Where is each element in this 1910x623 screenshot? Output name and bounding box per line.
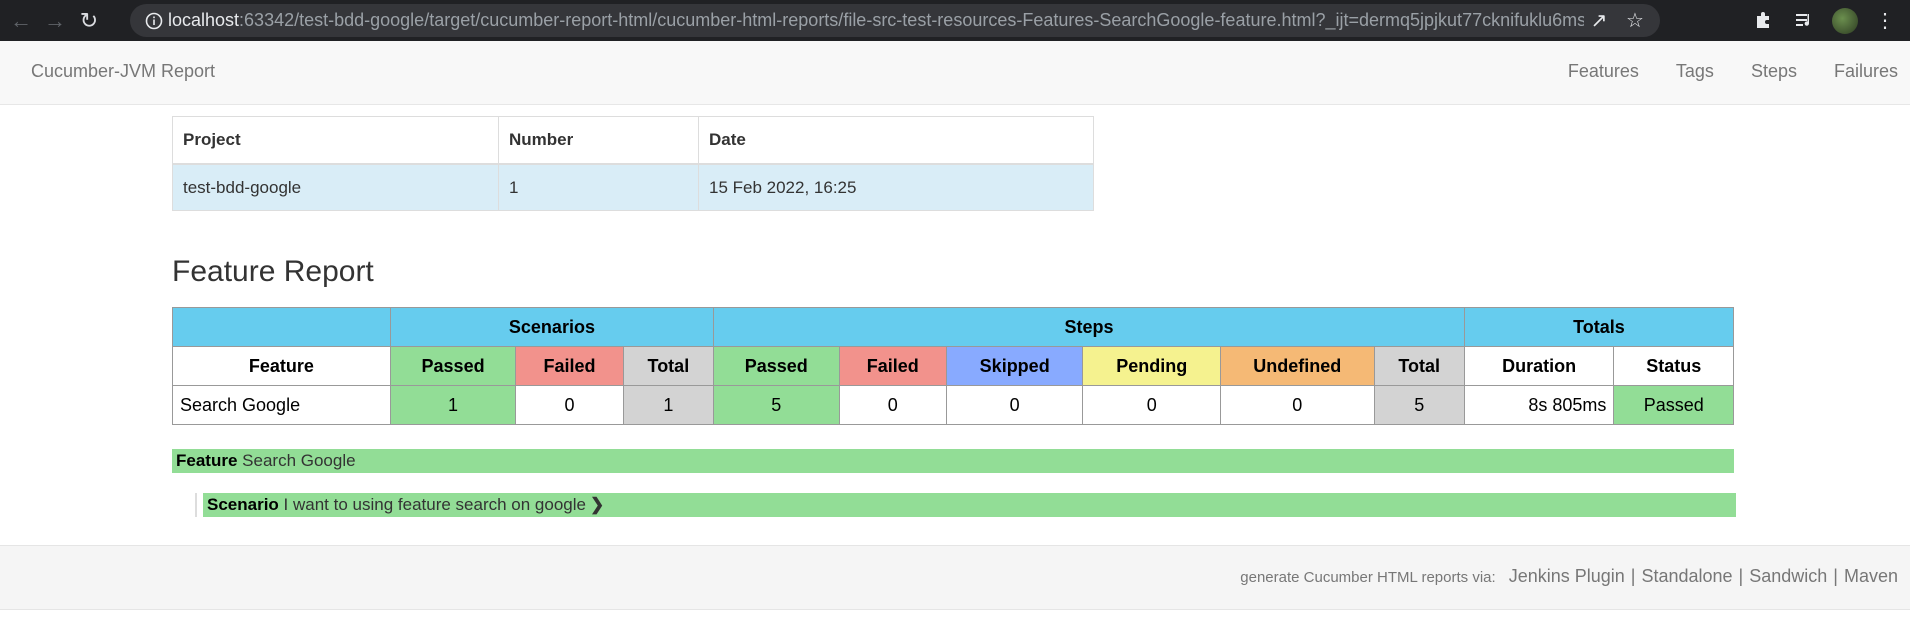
project-name: test-bdd-google [172, 163, 499, 211]
cell-steps-total: 5 [1373, 385, 1465, 425]
footer-link-sandwich[interactable]: Sandwich [1749, 566, 1827, 586]
reload-icon[interactable]: ↻ [72, 4, 106, 38]
feature-header: Feature Search Google [172, 449, 1734, 473]
forward-arrow-icon[interactable]: → [38, 4, 72, 38]
col-steps-total[interactable]: Total [1373, 346, 1465, 386]
col-steps-skipped[interactable]: Skipped [945, 346, 1084, 386]
project-info-table: Project Number Date test-bdd-google 1 15… [172, 116, 1094, 211]
col-steps-undefined[interactable]: Undefined [1219, 346, 1375, 386]
cell-scenarios-total: 1 [622, 385, 715, 425]
col-scenarios-passed[interactable]: Passed [389, 346, 517, 386]
report-date: 15 Feb 2022, 16:25 [698, 163, 1094, 211]
col-steps-failed[interactable]: Failed [838, 346, 947, 386]
nav-failures[interactable]: Failures [1834, 61, 1898, 82]
footer-separator: | [1630, 566, 1636, 586]
address-bar[interactable]: localhost:63342/test-bdd-google/target/c… [130, 4, 1660, 37]
table-row: Search Google 1 0 1 5 0 0 0 0 5 8s 805ms… [172, 385, 1734, 425]
header-number: Number [498, 116, 699, 165]
col-scenarios-total[interactable]: Total [622, 346, 715, 386]
star-icon[interactable]: ☆ [1620, 8, 1650, 33]
footer-separator: | [1738, 566, 1744, 586]
kebab-menu-icon[interactable]: ⋮ [1870, 6, 1900, 34]
feature-stats-table: Scenarios Steps Totals Feature Passed Fa… [172, 307, 1735, 425]
brand-title[interactable]: Cucumber-JVM Report [31, 61, 215, 82]
url-host: localhost [168, 10, 240, 30]
puzzle-extension-icon[interactable] [1748, 6, 1778, 34]
cell-steps-undefined: 0 [1219, 385, 1375, 425]
cell-steps-failed: 0 [838, 385, 947, 425]
scenario-name: I want to using feature search on google [283, 495, 586, 514]
feature-keyword: Feature [176, 451, 238, 470]
browser-toolbar: ← → ↻ localhost:63342/test-bdd-google/ta… [0, 0, 1910, 41]
table-row: test-bdd-google 1 15 Feb 2022, 16:25 [172, 163, 1094, 211]
footer-separator: | [1833, 566, 1838, 586]
scenario-container: Scenario I want to using feature search … [195, 493, 1736, 517]
cell-steps-passed: 5 [713, 385, 840, 425]
url-text[interactable]: localhost:63342/test-bdd-google/target/c… [168, 10, 1584, 31]
report-footer: generate Cucumber HTML reports via: Jenk… [0, 545, 1910, 610]
col-steps-passed[interactable]: Passed [713, 346, 840, 386]
feature-link[interactable]: Search Google [172, 385, 391, 425]
col-duration[interactable]: Duration [1463, 346, 1615, 386]
report-navbar: Cucumber-JVM Report Features Tags Steps … [0, 41, 1910, 105]
profile-avatar-icon[interactable] [1832, 8, 1858, 34]
scenario-header[interactable]: Scenario I want to using feature search … [203, 493, 1736, 517]
cell-duration: 8s 805ms [1463, 385, 1615, 425]
header-date: Date [698, 116, 1094, 165]
media-queue-icon[interactable] [1789, 6, 1819, 34]
group-header-steps: Steps [713, 307, 1465, 347]
nav-features[interactable]: Features [1568, 61, 1639, 82]
footer-link-standalone[interactable]: Standalone [1641, 566, 1732, 586]
nav-links: Features Tags Steps Failures [1568, 61, 1910, 82]
cell-steps-skipped: 0 [945, 385, 1084, 425]
col-feature[interactable]: Feature [172, 346, 391, 386]
nav-steps[interactable]: Steps [1751, 61, 1797, 82]
cell-steps-pending: 0 [1082, 385, 1221, 425]
footer-via-text: generate Cucumber HTML reports via: [1240, 569, 1496, 586]
chevron-right-icon[interactable]: ❯ [590, 495, 604, 514]
cell-status: Passed [1613, 385, 1734, 425]
scenario-keyword: Scenario [207, 495, 279, 514]
url-path: :63342/test-bdd-google/target/cucumber-r… [239, 10, 1584, 30]
back-arrow-icon[interactable]: ← [4, 4, 38, 38]
nav-tags[interactable]: Tags [1676, 61, 1714, 82]
header-project: Project [172, 116, 499, 165]
footer-link-jenkins[interactable]: Jenkins Plugin [1509, 566, 1625, 586]
footer-link-maven[interactable]: Maven [1844, 566, 1898, 586]
col-scenarios-failed[interactable]: Failed [515, 346, 624, 386]
page-title: Feature Report [172, 255, 374, 288]
feature-name: Search Google [242, 451, 356, 470]
site-info-icon[interactable] [140, 12, 168, 30]
group-header-scenarios: Scenarios [389, 307, 715, 347]
cell-scenarios-failed: 0 [515, 385, 624, 425]
share-icon[interactable]: ↗ [1584, 8, 1614, 33]
cell-scenarios-passed: 1 [389, 385, 517, 425]
col-status[interactable]: Status [1613, 346, 1734, 386]
build-number: 1 [498, 163, 699, 211]
group-header-totals: Totals [1463, 307, 1735, 347]
group-header-empty [172, 307, 391, 347]
col-steps-pending[interactable]: Pending [1082, 346, 1221, 386]
